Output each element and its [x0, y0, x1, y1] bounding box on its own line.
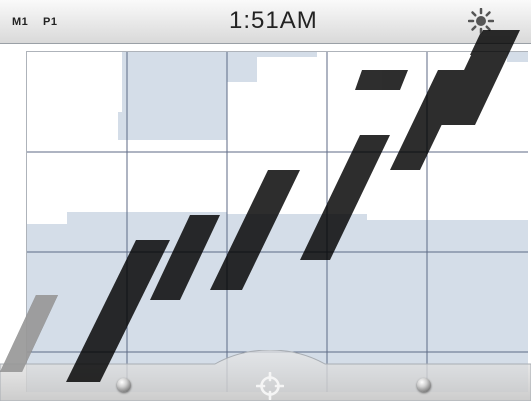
page-label[interactable]: P1: [43, 16, 57, 28]
sun-icon[interactable]: [467, 7, 495, 35]
map-view[interactable]: [26, 51, 528, 392]
map-region-upper-right: [507, 52, 528, 62]
mode-label[interactable]: M1: [12, 16, 28, 28]
device-screen: M1 P1 1:51AM: [0, 0, 531, 401]
map-canvas[interactable]: [27, 52, 528, 392]
crosshair-locate-icon[interactable]: [255, 371, 285, 401]
map-region-upper-left: [118, 52, 227, 140]
clock-time: 1:51AM: [229, 7, 318, 34]
slider-knob-icon[interactable]: [417, 378, 431, 392]
slider-knob-icon[interactable]: [117, 378, 131, 392]
status-bar: M1 P1 1:51AM: [0, 0, 531, 44]
